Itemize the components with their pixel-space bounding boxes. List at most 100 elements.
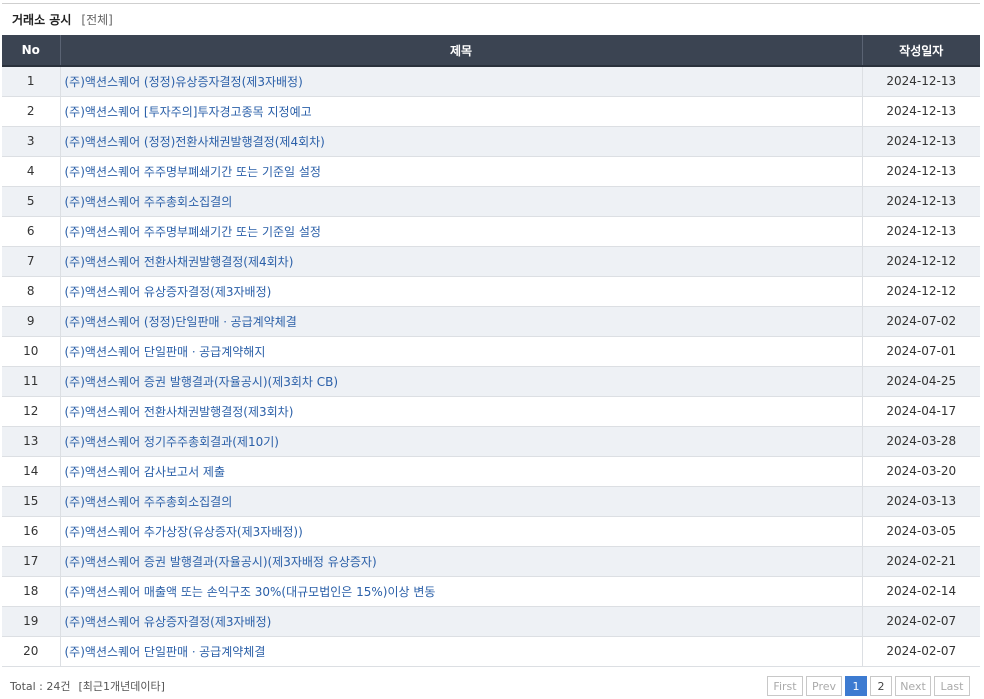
disclosure-link[interactable]: (주)액션스퀘어 정기주주총회결과(제10기) — [65, 435, 279, 449]
table-row: 20 (주)액션스퀘어 단일판매ㆍ공급계약체결 2024-02-07 — [2, 636, 980, 667]
row-title-cell: (주)액션스퀘어 (정정)단일판매ㆍ공급계약체결 — [60, 306, 863, 337]
column-header-date: 작성일자 — [862, 35, 980, 67]
row-date: 2024-12-13 — [862, 126, 980, 157]
disclosure-link[interactable]: (주)액션스퀘어 추가상장(유상증자(제3자배정)) — [65, 525, 303, 539]
table-row: 2 (주)액션스퀘어 [투자주의]투자경고종목 지정예고 2024-12-13 — [2, 96, 980, 127]
row-number: 12 — [2, 396, 61, 427]
row-title-cell: (주)액션스퀘어 (정정)유상증자결정(제3자배정) — [60, 66, 863, 97]
disclosure-link[interactable]: (주)액션스퀘어 유상증자결정(제3자배정) — [65, 615, 272, 629]
row-number: 1 — [2, 66, 61, 97]
row-number: 7 — [2, 246, 61, 277]
row-title-cell: (주)액션스퀘어 증권 발행결과(자율공시)(제3회차 CB) — [60, 366, 863, 397]
disclosure-link[interactable]: (주)액션스퀘어 전환사채권발행결정(제4회차) — [65, 255, 294, 269]
table-row: 7 (주)액션스퀘어 전환사채권발행결정(제4회차) 2024-12-12 — [2, 246, 980, 277]
row-date: 2024-02-07 — [862, 606, 980, 637]
row-date: 2024-04-25 — [862, 366, 980, 397]
row-date: 2024-02-07 — [862, 636, 980, 667]
row-number: 2 — [2, 96, 61, 127]
row-title-cell: (주)액션스퀘어 유상증자결정(제3자배정) — [60, 606, 863, 637]
row-title-cell: (주)액션스퀘어 추가상장(유상증자(제3자배정)) — [60, 516, 863, 547]
row-title-cell: (주)액션스퀘어 전환사채권발행결정(제3회차) — [60, 396, 863, 427]
disclosure-link[interactable]: (주)액션스퀘어 주주총회소집결의 — [65, 195, 233, 209]
table-row: 13 (주)액션스퀘어 정기주주총회결과(제10기) 2024-03-28 — [2, 426, 980, 457]
row-number: 19 — [2, 606, 61, 637]
first-page-button[interactable]: First — [767, 676, 803, 696]
disclosure-link[interactable]: (주)액션스퀘어 [투자주의]투자경고종목 지정예고 — [65, 105, 312, 119]
row-date: 2024-03-05 — [862, 516, 980, 547]
table-row: 12 (주)액션스퀘어 전환사채권발행결정(제3회차) 2024-04-17 — [2, 396, 980, 427]
row-number: 4 — [2, 156, 61, 187]
table-row: 11 (주)액션스퀘어 증권 발행결과(자율공시)(제3회차 CB) 2024-04… — [2, 366, 980, 397]
pagination: First Prev 1 2 Next Last — [767, 676, 970, 696]
row-title-cell: (주)액션스퀘어 전환사채권발행결정(제4회차) — [60, 246, 863, 277]
table-footer: Total : 24건 [최근1개년데이타] First Prev 1 2 Ne… — [2, 674, 980, 698]
disclosure-link[interactable]: (주)액션스퀘어 단일판매ㆍ공급계약해지 — [65, 345, 266, 359]
row-date: 2024-12-12 — [862, 276, 980, 307]
row-title-cell: (주)액션스퀘어 매출액 또는 손익구조 30%(대규모법인은 15%)이상 변… — [60, 576, 863, 607]
disclosure-link[interactable]: (주)액션스퀘어 (정정)유상증자결정(제3자배정) — [65, 75, 303, 89]
section-header: 거래소 공시 [전체] — [2, 3, 980, 35]
row-title-cell: (주)액션스퀘어 주주총회소집결의 — [60, 186, 863, 217]
row-title-cell: (주)액션스퀘어 주주명부폐쇄기간 또는 기준일 설정 — [60, 216, 863, 247]
filter-label[interactable]: [전체] — [81, 11, 112, 28]
table-row: 15 (주)액션스퀘어 주주총회소집결의 2024-03-13 — [2, 486, 980, 517]
disclosure-link[interactable]: (주)액션스퀘어 매출액 또는 손익구조 30%(대규모법인은 15%)이상 변… — [65, 585, 436, 599]
disclosure-link[interactable]: (주)액션스퀘어 주주명부폐쇄기간 또는 기준일 설정 — [65, 225, 321, 239]
column-header-title: 제목 — [60, 35, 863, 67]
disclosure-table: No 제목 작성일자 1 (주)액션스퀘어 (정정)유상증자결정(제3자배정) 20… — [2, 35, 980, 667]
disclosure-link[interactable]: (주)액션스퀘어 단일판매ㆍ공급계약체결 — [65, 645, 266, 659]
row-number: 13 — [2, 426, 61, 457]
row-title-cell: (주)액션스퀘어 주주총회소집결의 — [60, 486, 863, 517]
row-title-cell: (주)액션스퀘어 단일판매ㆍ공급계약해지 — [60, 336, 863, 367]
table-row: 3 (주)액션스퀘어 (정정)전환사채권발행결정(제4회차) 2024-12-13 — [2, 126, 980, 157]
table-row: 14 (주)액션스퀘어 감사보고서 제출 2024-03-20 — [2, 456, 980, 487]
last-page-button[interactable]: Last — [934, 676, 970, 696]
row-number: 15 — [2, 486, 61, 517]
row-date: 2024-12-13 — [862, 156, 980, 187]
table-row: 19 (주)액션스퀘어 유상증자결정(제3자배정) 2024-02-07 — [2, 606, 980, 637]
row-date: 2024-03-13 — [862, 486, 980, 517]
disclosure-link[interactable]: (주)액션스퀘어 주주명부폐쇄기간 또는 기준일 설정 — [65, 165, 321, 179]
page-button-2[interactable]: 2 — [870, 676, 892, 696]
table-row: 9 (주)액션스퀘어 (정정)단일판매ㆍ공급계약체결 2024-07-02 — [2, 306, 980, 337]
row-date: 2024-02-14 — [862, 576, 980, 607]
row-number: 3 — [2, 126, 61, 157]
row-number: 8 — [2, 276, 61, 307]
disclosure-link[interactable]: (주)액션스퀘어 증권 발행결과(자율공시)(제3회차 CB) — [65, 375, 339, 389]
disclosure-link[interactable]: (주)액션스퀘어 주주총회소집결의 — [65, 495, 233, 509]
disclosure-link[interactable]: (주)액션스퀘어 전환사채권발행결정(제3회차) — [65, 405, 294, 419]
section-title: 거래소 공시 — [12, 13, 72, 27]
disclosure-link[interactable]: (주)액션스퀘어 감사보고서 제출 — [65, 465, 226, 479]
row-title-cell: (주)액션스퀘어 (정정)전환사채권발행결정(제4회차) — [60, 126, 863, 157]
row-date: 2024-03-28 — [862, 426, 980, 457]
disclosure-link[interactable]: (주)액션스퀘어 증권 발행결과(자율공시)(제3자배정 유상증자) — [65, 555, 377, 569]
table-row: 10 (주)액션스퀘어 단일판매ㆍ공급계약해지 2024-07-01 — [2, 336, 980, 367]
row-date: 2024-07-01 — [862, 336, 980, 367]
table-row: 8 (주)액션스퀘어 유상증자결정(제3자배정) 2024-12-12 — [2, 276, 980, 307]
disclosure-link[interactable]: (주)액션스퀘어 (정정)단일판매ㆍ공급계약체결 — [65, 315, 297, 329]
row-date: 2024-12-12 — [862, 246, 980, 277]
column-header-no: No — [2, 35, 61, 67]
next-page-button[interactable]: Next — [895, 676, 931, 696]
disclosure-link[interactable]: (주)액션스퀘어 (정정)전환사채권발행결정(제4회차) — [65, 135, 325, 149]
row-title-cell: (주)액션스퀘어 유상증자결정(제3자배정) — [60, 276, 863, 307]
disclosure-link[interactable]: (주)액션스퀘어 유상증자결정(제3자배정) — [65, 285, 272, 299]
row-date: 2024-12-13 — [862, 66, 980, 97]
table-row: 1 (주)액션스퀘어 (정정)유상증자결정(제3자배정) 2024-12-13 — [2, 66, 980, 97]
row-number: 18 — [2, 576, 61, 607]
row-date: 2024-02-21 — [862, 546, 980, 577]
total-count: Total : 24건 — [10, 680, 71, 693]
table-row: 18 (주)액션스퀘어 매출액 또는 손익구조 30%(대규모법인은 15%)이상… — [2, 576, 980, 607]
row-title-cell: (주)액션스퀘어 주주명부폐쇄기간 또는 기준일 설정 — [60, 156, 863, 187]
row-date: 2024-04-17 — [862, 396, 980, 427]
data-range-note: [최근1개년데이타] — [78, 680, 165, 693]
row-date: 2024-03-20 — [862, 456, 980, 487]
row-date: 2024-12-13 — [862, 186, 980, 217]
table-row: 6 (주)액션스퀘어 주주명부폐쇄기간 또는 기준일 설정 2024-12-13 — [2, 216, 980, 247]
row-number: 5 — [2, 186, 61, 217]
prev-page-button[interactable]: Prev — [806, 676, 842, 696]
row-title-cell: (주)액션스퀘어 [투자주의]투자경고종목 지정예고 — [60, 96, 863, 127]
row-number: 16 — [2, 516, 61, 547]
row-number: 11 — [2, 366, 61, 397]
page-button-1[interactable]: 1 — [845, 676, 867, 696]
